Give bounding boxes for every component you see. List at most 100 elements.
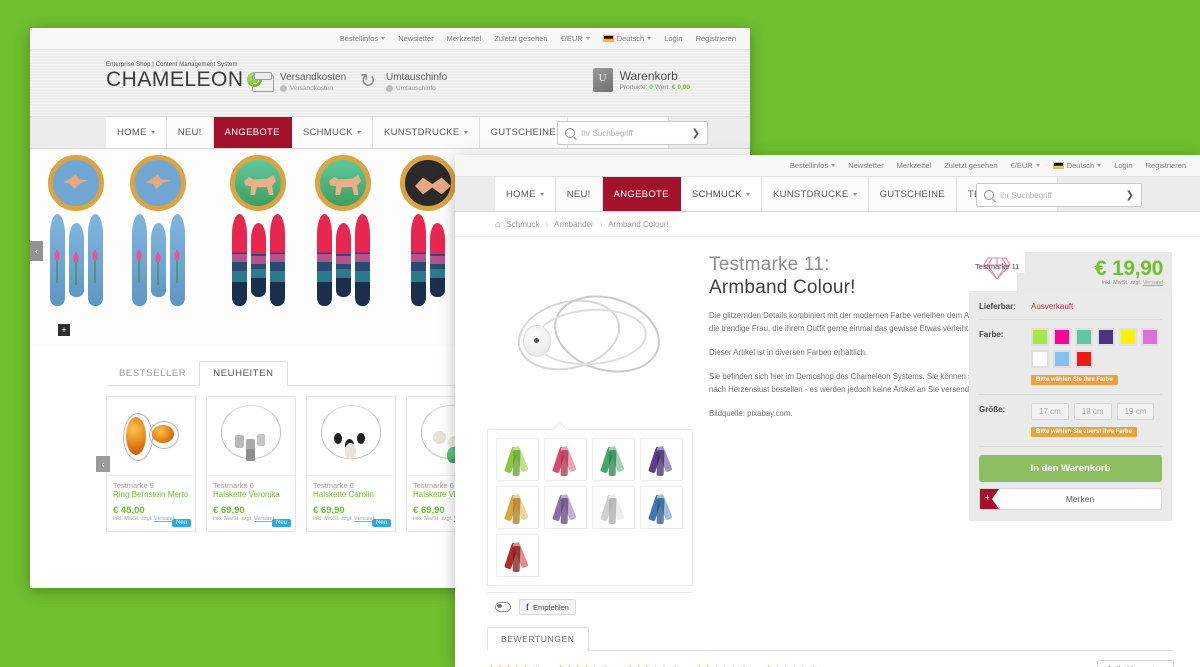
home-icon[interactable]: ⌂ bbox=[495, 219, 500, 229]
nav-item-schmuck[interactable]: SCHMUCK bbox=[291, 117, 373, 148]
thumb-green[interactable] bbox=[496, 438, 539, 481]
topbar-item-1[interactable]: Newsletter bbox=[848, 161, 883, 170]
product-image[interactable] bbox=[107, 397, 195, 475]
price-box: € 19,90 inkl. MwSt. zzgl. Versand bbox=[1017, 252, 1172, 291]
topbar-item-1[interactable]: Newsletter bbox=[398, 34, 433, 43]
bracelet-image bbox=[510, 283, 670, 385]
nav-item-neu[interactable]: NEU! bbox=[166, 117, 214, 148]
product-card[interactable]: Testmarke 9 Ring Bernstein Merto € 45,00 in… bbox=[106, 396, 196, 532]
site-logo[interactable]: Enterprise Shop | Content Management Sys… bbox=[106, 62, 262, 90]
thumb-pink[interactable] bbox=[544, 438, 587, 481]
cart-widget[interactable]: Warenkorb Produkte: 0 Wert: € 0,00 bbox=[592, 68, 690, 92]
topbar-item-label: €/EUR bbox=[1010, 161, 1033, 170]
color-swatch-8[interactable] bbox=[1075, 350, 1093, 368]
nav-item-home[interactable]: HOME bbox=[106, 117, 167, 148]
thumb-gold[interactable] bbox=[496, 486, 539, 529]
nav-item-home[interactable]: HOME bbox=[495, 177, 556, 211]
nav-item-angebote[interactable]: ANGEBOTE bbox=[213, 117, 292, 148]
privacy-toggle-icon[interactable] bbox=[495, 602, 511, 612]
thumb-teal[interactable] bbox=[592, 438, 635, 481]
color-swatch-2[interactable] bbox=[1075, 328, 1093, 346]
color-swatch-3[interactable] bbox=[1097, 328, 1115, 346]
color-swatch-0[interactable] bbox=[1031, 328, 1049, 346]
tab-neuheiten[interactable]: NEUHEITEN bbox=[199, 361, 288, 386]
ribbon-icon bbox=[551, 445, 579, 476]
size-option-17cm[interactable]: 17 cm bbox=[1031, 403, 1069, 420]
add-to-cart-button[interactable]: In den Warenkorb bbox=[979, 455, 1162, 482]
nav-item-neu[interactable]: NEU! bbox=[555, 177, 603, 211]
product-card[interactable]: Testmarke 6 Halskette Carolin € 69,90 inkl.… bbox=[306, 396, 396, 532]
nav-item-gutscheine[interactable]: GUTSCHEINE bbox=[868, 177, 957, 211]
nav-item-kunstdrucke[interactable]: KUNSTDRUCKE bbox=[372, 117, 480, 148]
reviews-tabs: BEWERTUNGEN bbox=[487, 627, 1174, 651]
topbar-item-0[interactable]: Bestellinfos bbox=[790, 161, 836, 170]
search-input[interactable]: Ihr Suchbegriff bbox=[581, 129, 686, 138]
topbar-item-2[interactable]: Merkzettel bbox=[447, 34, 482, 43]
color-swatch-5[interactable] bbox=[1141, 328, 1159, 346]
topbar-item-7[interactable]: Registrieren bbox=[1146, 161, 1186, 170]
topbar-item-5[interactable]: Deutsch bbox=[1052, 161, 1102, 170]
product-carousel-prev[interactable]: ‹ bbox=[96, 456, 110, 472]
tab-bestseller[interactable]: BESTSELLER bbox=[106, 362, 199, 385]
topbar-item-4[interactable]: €/EUR bbox=[561, 34, 590, 43]
topbar-item-2[interactable]: Merkzettel bbox=[897, 161, 932, 170]
status-badge: Ausverkauft bbox=[1031, 302, 1074, 311]
box-icon bbox=[252, 72, 274, 92]
breadcrumb-item-0[interactable]: Schmuck bbox=[506, 220, 539, 229]
product-image[interactable] bbox=[207, 397, 295, 475]
product-detail-window: Bestellinfos Newsletter Merkzettel Zuletzt … bbox=[455, 155, 1200, 667]
size-option-19cm[interactable]: 19 cm bbox=[1116, 403, 1155, 420]
topbar-item-5[interactable]: Deutsch bbox=[602, 34, 652, 43]
thumb-purple[interactable] bbox=[640, 438, 683, 481]
product-name[interactable]: Halskette Carolin bbox=[313, 490, 389, 500]
product-card[interactable]: Testmarke 6 Halskette Veronika € 69,90 inkl… bbox=[206, 396, 296, 532]
thumb-red[interactable] bbox=[496, 534, 539, 577]
topbar-item-6[interactable]: Login bbox=[1114, 161, 1132, 170]
topbar-item-6[interactable]: Login bbox=[664, 34, 682, 43]
product-name[interactable]: Halskette Veronika bbox=[213, 490, 289, 500]
product-price: € 19,90 bbox=[1095, 257, 1163, 280]
nav-item-schmuck[interactable]: SCHMUCK bbox=[680, 177, 762, 211]
topbar-item-0[interactable]: Bestellinfos bbox=[340, 34, 386, 43]
product-image[interactable] bbox=[307, 397, 395, 475]
nav-item-kunstdrucke[interactable]: KUNSTDRUCKE bbox=[761, 177, 869, 211]
hotspot-plus-icon[interactable]: + bbox=[58, 324, 70, 336]
exchange-info-sub: Umtauschinfo bbox=[386, 85, 447, 92]
search-box[interactable]: Ihr Suchbegriff ❯ bbox=[976, 183, 1142, 207]
product-name[interactable]: Ring Bernstein Merto bbox=[113, 490, 189, 500]
nav-item-gutscheine[interactable]: GUTSCHEINE bbox=[479, 117, 568, 148]
topbar-item-3[interactable]: Zuletzt gesehen bbox=[944, 161, 997, 170]
color-swatch-1[interactable] bbox=[1053, 328, 1071, 346]
search-box[interactable]: Ihr Suchbegriff ❯ bbox=[557, 121, 708, 145]
nav-item-label: GUTSCHEINE bbox=[879, 188, 945, 200]
search-submit-icon[interactable]: ❯ bbox=[1126, 190, 1134, 201]
topbar-item-label: Deutsch bbox=[1066, 161, 1095, 170]
breadcrumb-item-1[interactable]: Armbänder bbox=[554, 220, 594, 229]
color-swatch-4[interactable] bbox=[1119, 328, 1137, 346]
ribbon-icon bbox=[503, 493, 531, 524]
shipping-link[interactable]: Versand bbox=[1143, 280, 1163, 286]
write-review-button[interactable]: Artikel bewerten bbox=[1096, 660, 1174, 667]
exchange-info-block[interactable]: ↻ Umtauschinfo Umtauschinfo bbox=[360, 72, 447, 92]
facebook-recommend-button[interactable]: f Empfehlen bbox=[519, 599, 576, 615]
thumb-silver[interactable] bbox=[592, 486, 635, 529]
color-swatch-6[interactable] bbox=[1031, 350, 1049, 368]
tab-bewertungen[interactable]: BEWERTUNGEN bbox=[487, 627, 589, 651]
nav-item-angebote[interactable]: ANGEBOTE bbox=[602, 177, 681, 211]
breadcrumb-item-2: Armband Colour! bbox=[608, 219, 669, 229]
product-main-image[interactable] bbox=[487, 251, 693, 419]
thumb-violet[interactable] bbox=[544, 486, 587, 529]
slider-prev-button[interactable]: ‹ bbox=[30, 241, 43, 261]
wishlist-button[interactable]: + Merken bbox=[979, 488, 1162, 510]
topbar-item-7[interactable]: Registrieren bbox=[696, 34, 736, 43]
color-swatch-7[interactable] bbox=[1053, 350, 1071, 368]
search-submit-icon[interactable]: ❯ bbox=[692, 128, 700, 139]
nav-item-label: KUNSTDRUCKE bbox=[383, 127, 460, 138]
thumb-blue[interactable] bbox=[640, 486, 683, 529]
topbar-item-4[interactable]: €/EUR bbox=[1011, 161, 1040, 170]
topbar-item-3[interactable]: Zuletzt gesehen bbox=[494, 34, 547, 43]
chevron-down-icon bbox=[356, 131, 361, 134]
shipping-info-block[interactable]: Versandkosten Versandkosten bbox=[252, 72, 346, 92]
search-input[interactable]: Ihr Suchbegriff bbox=[1000, 191, 1120, 200]
size-option-18cm[interactable]: 18 cm bbox=[1073, 403, 1112, 420]
